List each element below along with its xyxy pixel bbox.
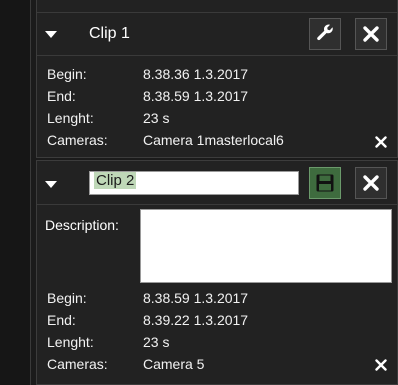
edit-clip-button[interactable]	[309, 18, 341, 50]
end-label: End:	[47, 88, 76, 104]
cameras-label: Cameras:	[47, 356, 108, 372]
begin-label: Begin:	[47, 290, 87, 306]
remove-camera-icon[interactable]	[375, 136, 387, 148]
length-value: 23 s	[143, 110, 170, 126]
length-label: Lenght:	[47, 110, 94, 126]
close-icon	[363, 175, 379, 191]
clip-name-value: Clip 2	[94, 172, 137, 189]
close-icon	[363, 26, 379, 42]
wrench-icon	[317, 24, 333, 41]
clip-title: Clip 1	[89, 25, 130, 42]
caret-down-icon[interactable]	[45, 181, 57, 188]
end-label: End:	[47, 312, 76, 328]
clip-panel-1: Clip 1 Begin: 8.38.36 1.3.2017 End: 8.38.5…	[36, 0, 398, 158]
close-clip-button[interactable]	[355, 167, 387, 199]
end-row: End: 8.38.59 1.3.2017	[47, 88, 248, 104]
begin-row: Begin: 8.38.59 1.3.2017	[47, 290, 248, 306]
description-label: Description:	[45, 217, 119, 233]
remove-camera-icon[interactable]	[375, 359, 387, 371]
description-textarea[interactable]	[140, 209, 392, 283]
begin-value: 8.38.59 1.3.2017	[143, 290, 249, 306]
end-row: End: 8.39.22 1.3.2017	[47, 312, 248, 328]
clip-header-2: Clip 2	[37, 161, 397, 205]
clip-header-1: Clip 1	[37, 12, 397, 56]
length-label: Lenght:	[47, 334, 94, 350]
floppy-disk-icon	[316, 174, 334, 192]
cameras-label: Cameras:	[47, 132, 108, 148]
begin-label: Begin:	[47, 66, 87, 82]
length-row: Lenght: 23 s	[47, 334, 169, 350]
caret-down-icon[interactable]	[45, 31, 57, 38]
cameras-value: Camera 1masterlocal6	[143, 132, 284, 148]
begin-value: 8.38.36 1.3.2017	[143, 66, 249, 82]
rail-divider	[30, 0, 31, 385]
clip-panel-2: Clip 2 Description: Begin: 8.38.59 1.3.20…	[36, 160, 398, 385]
end-value: 8.38.59 1.3.2017	[143, 88, 249, 104]
close-clip-button[interactable]	[355, 18, 387, 50]
cameras-row: Cameras: Camera 1masterlocal6	[47, 132, 284, 148]
end-value: 8.39.22 1.3.2017	[143, 312, 249, 328]
clip-name-input[interactable]: Clip 2	[89, 171, 299, 195]
begin-row: Begin: 8.38.36 1.3.2017	[47, 66, 248, 82]
cameras-row: Cameras: Camera 5	[47, 356, 204, 372]
save-clip-button[interactable]	[309, 167, 341, 199]
length-value: 23 s	[143, 334, 170, 350]
left-rail	[0, 0, 31, 385]
cameras-value: Camera 5	[143, 356, 205, 372]
length-row: Lenght: 23 s	[47, 110, 169, 126]
